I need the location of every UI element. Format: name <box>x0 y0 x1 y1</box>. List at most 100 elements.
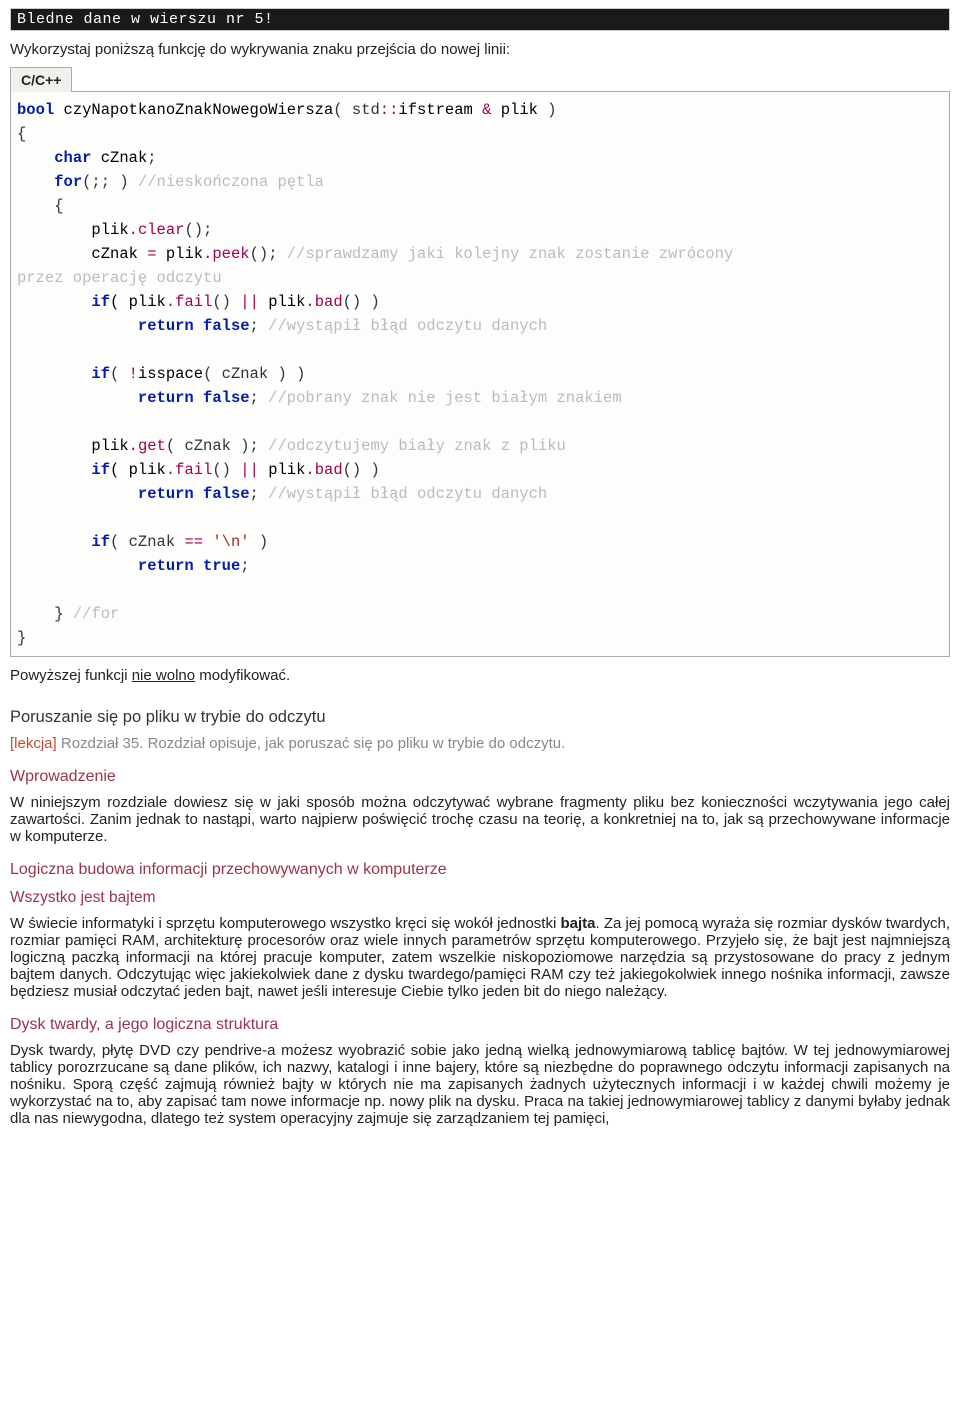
heading-logiczna: Logiczna budowa informacji przechowywany… <box>10 861 950 879</box>
dcolon: :: <box>380 101 399 119</box>
for-args: (;; ) <box>82 173 129 191</box>
punc: () <box>212 293 240 311</box>
param: plik <box>491 101 547 119</box>
kw-if: if <box>91 365 110 383</box>
comment: //for <box>64 605 120 623</box>
obj: plik <box>157 245 204 263</box>
call: fail <box>175 293 212 311</box>
or: || <box>240 461 259 479</box>
kw-if: if <box>91 293 110 311</box>
brace: } <box>17 605 64 623</box>
kw-false: false <box>194 389 250 407</box>
punc: ) <box>250 533 269 551</box>
bold-txt: bajta <box>560 915 595 932</box>
section-title-nav: Poruszanie się po pliku w trybie do odcz… <box>10 708 950 727</box>
semi: ; <box>250 317 259 335</box>
lesson-desc: Rozdział 35. Rozdział opisuje, jak porus… <box>57 735 566 752</box>
call: bad <box>315 293 343 311</box>
dot: . <box>129 221 138 239</box>
kw-true: true <box>194 557 241 575</box>
indent <box>17 173 54 191</box>
semi: ; <box>240 557 249 575</box>
obj: plik <box>17 221 129 239</box>
punc: (); <box>250 245 278 263</box>
kw-for: for <box>54 173 82 191</box>
or: || <box>240 293 259 311</box>
dot: . <box>305 461 314 479</box>
punc: ( cZnak <box>110 533 184 551</box>
heading-bajt: Wszystko jest bajtem <box>10 889 950 907</box>
lesson-line: [lekcja] Rozdział 35. Rozdział opisuje, … <box>10 735 950 752</box>
heading-dysk: Dysk twardy, a jego logiczna struktura <box>10 1016 950 1034</box>
punc: ) <box>547 101 556 119</box>
kw-if: if <box>91 461 110 479</box>
obj: ( plik <box>110 461 166 479</box>
punc: () ) <box>343 293 380 311</box>
comment: //pobrany znak nie jest białym znakiem <box>259 389 622 407</box>
var: cZnak <box>17 245 147 263</box>
obj: plik <box>259 293 306 311</box>
args: ( cZnak ); <box>166 437 259 455</box>
brace: } <box>17 629 26 647</box>
txt: Powyższej funkcji <box>10 667 132 684</box>
punc: ( std <box>333 101 380 119</box>
eq: = <box>147 245 156 263</box>
txt: modyfikować. <box>195 667 290 684</box>
comment: //odczytujemy biały znak z pliku <box>259 437 566 455</box>
not: ! <box>129 365 138 383</box>
call: get <box>138 437 166 455</box>
obj: ( plik <box>110 293 166 311</box>
obj: plik <box>259 461 306 479</box>
code-lang-tab: C/C++ <box>10 67 72 92</box>
call: fail <box>175 461 212 479</box>
txt: W świecie informatyki i sprzętu komputer… <box>10 915 560 932</box>
kw-return: return <box>138 389 194 407</box>
args: ( cZnak ) ) <box>203 365 305 383</box>
para-wprowadzenie: W niniejszym rozdziale dowiesz się w jak… <box>10 794 950 845</box>
dot: . <box>166 461 175 479</box>
code-block: bool czyNapotkanoZnakNowegoWiersza( std:… <box>10 91 950 657</box>
dot: . <box>166 293 175 311</box>
para-bajt: W świecie informatyki i sprzętu komputer… <box>10 915 950 1000</box>
str: '\n' <box>203 533 250 551</box>
kw-false: false <box>194 485 250 503</box>
kw-return: return <box>138 557 194 575</box>
dot: . <box>129 437 138 455</box>
kw-if: if <box>91 533 110 551</box>
punc: ( <box>110 365 129 383</box>
var: cZnak <box>91 149 147 167</box>
semi: ; <box>147 149 156 167</box>
kw-char: char <box>54 149 91 167</box>
comment: //wystąpił błąd odczytu danych <box>259 485 547 503</box>
brace: { <box>17 197 64 215</box>
punc: (); <box>184 221 212 239</box>
kw-return: return <box>138 317 194 335</box>
dot: . <box>203 245 212 263</box>
kw-false: false <box>194 317 250 335</box>
call: peek <box>212 245 249 263</box>
kw-bool: bool <box>17 101 54 119</box>
call: clear <box>138 221 185 239</box>
para-dysk: Dysk twardy, płytę DVD czy pendrive-a mo… <box>10 1042 950 1127</box>
error-bar: Bledne dane w wierszu nr 5! <box>10 8 950 31</box>
punc: () <box>212 461 240 479</box>
semi: ; <box>250 485 259 503</box>
fn: isspace <box>138 365 203 383</box>
underline-txt: nie wolno <box>132 667 195 684</box>
indent <box>17 149 54 167</box>
call: bad <box>315 461 343 479</box>
dot: . <box>305 293 314 311</box>
obj: plik <box>17 437 129 455</box>
semi: ; <box>250 389 259 407</box>
comment: //nieskończona pętla <box>129 173 324 191</box>
comment: //wystąpił błąd odczytu danych <box>259 317 547 335</box>
eqeq: == <box>184 533 203 551</box>
heading-wprowadzenie: Wprowadzenie <box>10 768 950 786</box>
intro-text: Wykorzystaj poniższą funkcję do wykrywan… <box>10 41 950 58</box>
lesson-tag: [lekcja] <box>10 735 57 752</box>
fn-name: czyNapotkanoZnakNowegoWiersza <box>54 101 333 119</box>
after-func-note: Powyższej funkcji nie wolno modyfikować. <box>10 667 950 684</box>
kw-return: return <box>138 485 194 503</box>
brace: { <box>17 125 26 143</box>
punc: () ) <box>343 461 380 479</box>
